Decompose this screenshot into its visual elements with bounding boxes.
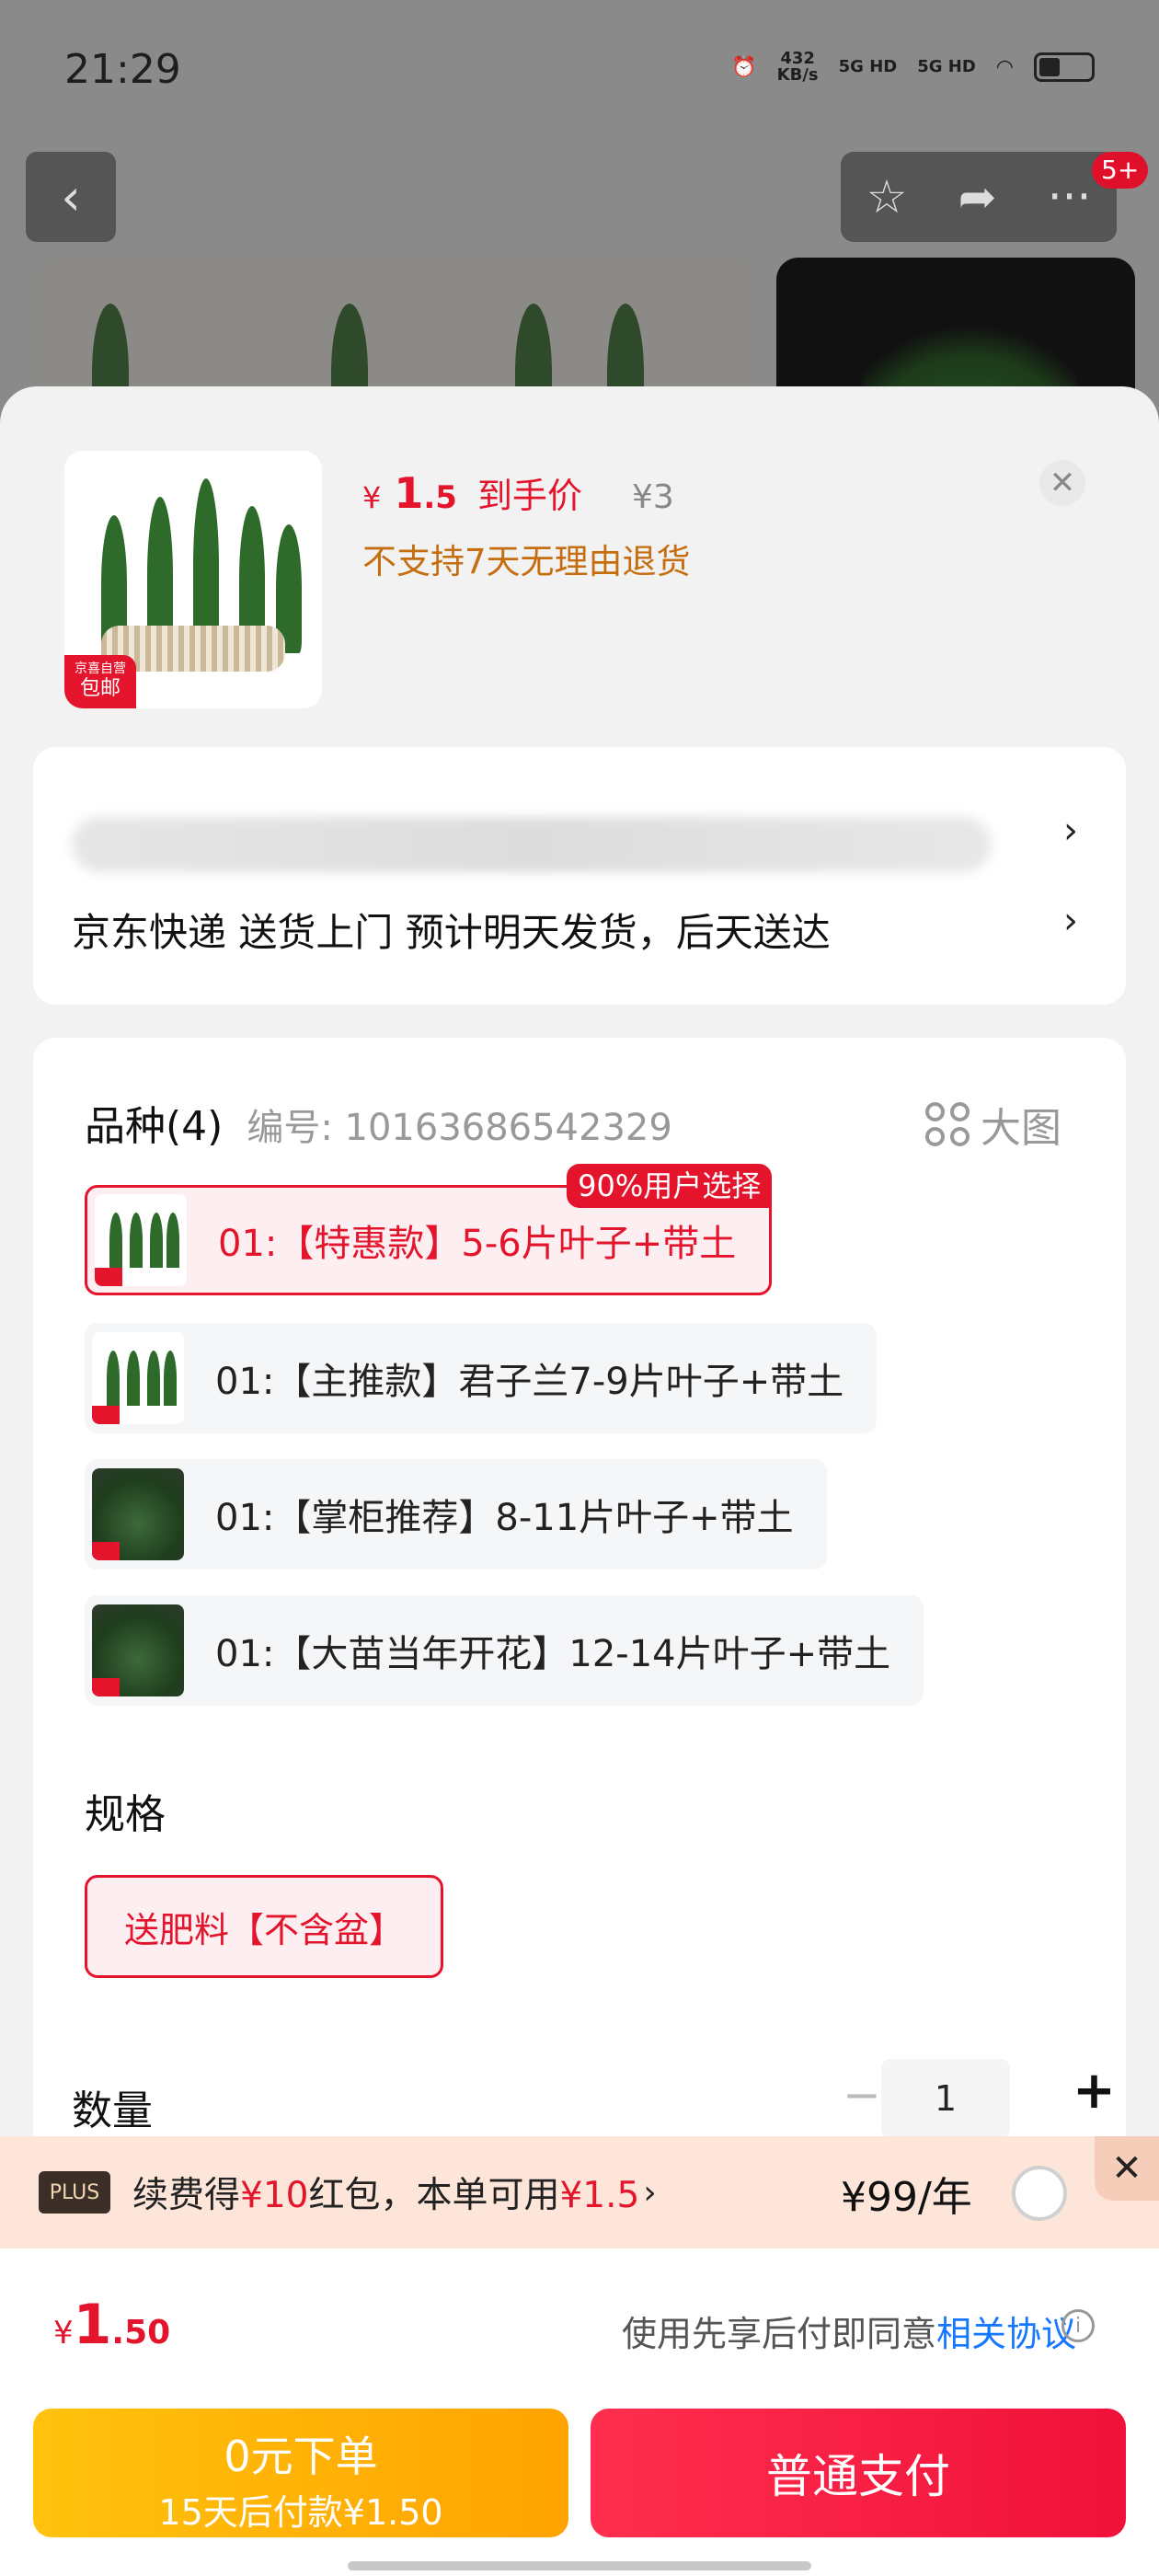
- price-integer: 1: [394, 468, 424, 518]
- close-button[interactable]: ✕: [1039, 460, 1085, 506]
- agreement-link[interactable]: 相关协议: [936, 2314, 1076, 2354]
- big-view-button[interactable]: 大图: [925, 1095, 1061, 1154]
- pay-later-button[interactable]: 0元下单 15天后付款¥1.50: [33, 2409, 568, 2537]
- product-code: 编号: 10163686542329: [247, 1107, 672, 1149]
- status-bar: 21:29 ⏰ 432 KB/s 5G HD 5G HD ◠: [0, 0, 1159, 138]
- option-thumbnail: [92, 1468, 184, 1560]
- pay-later-subtitle: 15天后付款¥1.50: [158, 2492, 443, 2533]
- info-icon[interactable]: i: [1061, 2309, 1095, 2342]
- quantity-decrease-button[interactable]: −: [843, 2068, 881, 2122]
- wifi-icon: ◠: [995, 55, 1014, 79]
- quantity-input[interactable]: 1: [881, 2059, 1010, 2138]
- close-icon: ✕: [1049, 465, 1076, 501]
- variety-header: 品种(4) 编号: 10163686542329: [85, 1093, 672, 1152]
- spec-title: 规格: [85, 1791, 166, 1838]
- plus-logo: PLUS: [39, 2171, 110, 2214]
- option-label: 01:【大苗当年开花】12-14片叶子+带土: [215, 1633, 891, 1675]
- price-symbol: ¥: [362, 480, 382, 515]
- price-label: 到手价: [476, 476, 582, 516]
- close-icon: ✕: [1111, 2147, 1142, 2190]
- variety-option-4[interactable]: 01:【大苗当年开花】12-14片叶子+带土: [85, 1595, 924, 1706]
- option-thumbnail: [92, 1604, 184, 1696]
- option-label: 01:【特惠款】5-6片叶子+带土: [218, 1223, 737, 1265]
- plus-price: ¥99/年: [841, 2174, 972, 2221]
- home-indicator: [348, 2561, 811, 2570]
- plus-promo-text: 续费得¥10红包，本单可用¥1.5: [132, 2175, 640, 2216]
- agreement-text: 使用先享后付即同意相关协议: [621, 2314, 1076, 2354]
- price-line: ¥ 1 .5 到手价 ¥3: [362, 467, 674, 518]
- product-thumbnail[interactable]: 京喜自营 包邮: [64, 451, 322, 708]
- big-view-label: 大图: [981, 1105, 1061, 1152]
- delivery-card[interactable]: › 京东快递 送货上门 预计明天发货，后天送达 ›: [33, 747, 1126, 1005]
- original-price: ¥3: [631, 478, 674, 516]
- more-icon[interactable]: ···: [1048, 170, 1092, 224]
- favorite-star-icon[interactable]: ☆: [866, 170, 908, 224]
- grid-icon: [925, 1102, 970, 1146]
- signal-sim2: 5G HD: [917, 57, 976, 76]
- plus-promo-bar[interactable]: PLUS 续费得¥10红包，本单可用¥1.5 › ¥99/年 ✕: [0, 2136, 1159, 2248]
- net-speed: 432 KB/s: [776, 49, 819, 85]
- address-line-blurred: [72, 817, 992, 872]
- product-tag: 京喜自营 包邮: [64, 655, 136, 708]
- option-label: 01:【主推款】君子兰7-9片叶子+带土: [215, 1361, 844, 1403]
- chevron-left-icon: ‹: [61, 167, 81, 226]
- variety-title: 品种(4): [85, 1103, 224, 1150]
- return-policy: 不支持7天无理由退货: [362, 542, 691, 581]
- variety-option-2[interactable]: 01:【主推款】君子兰7-9片叶子+带土: [85, 1323, 878, 1433]
- variety-option-3[interactable]: 01:【掌柜推荐】8-11片叶子+带土: [85, 1459, 827, 1570]
- plus-radio[interactable]: [1012, 2166, 1067, 2221]
- quantity-increase-button[interactable]: +: [1073, 2061, 1116, 2121]
- option-thumbnail: [92, 1332, 184, 1424]
- variety-option-1[interactable]: 01:【特惠款】5-6片叶子+带土 90%用户选择: [85, 1164, 773, 1295]
- price-decimal: .5: [423, 479, 457, 516]
- shipping-info: 京东快递 送货上门 预计明天发货，后天送达: [72, 910, 831, 955]
- option-label: 01:【掌柜推荐】8-11片叶子+带土: [215, 1497, 794, 1539]
- chevron-right-icon: ›: [643, 2173, 657, 2212]
- message-badge: 5+: [1092, 152, 1149, 189]
- spec-option[interactable]: 送肥料【不含盆】: [85, 1875, 443, 1978]
- back-button[interactable]: ‹: [26, 152, 116, 242]
- normal-pay-button[interactable]: 普通支付: [591, 2409, 1126, 2537]
- total-price: ¥1.50: [53, 2293, 171, 2357]
- option-thumbnail: [95, 1194, 187, 1286]
- chevron-right-icon: ›: [1063, 900, 1078, 942]
- battery-icon: [1034, 52, 1095, 82]
- chevron-right-icon: ›: [1063, 810, 1078, 852]
- alarm-icon: ⏰: [731, 55, 757, 79]
- top-action-group: ☆ ➦ ···: [841, 152, 1117, 242]
- background-page: 21:29 ⏰ 432 KB/s 5G HD 5G HD ◠ ‹ ☆ ➦ ···…: [0, 0, 1159, 442]
- pay-later-title: 0元下单: [224, 2432, 378, 2481]
- checkout-bar: ¥1.50 使用先享后付即同意相关协议 i 0元下单 15天后付款¥1.50 普…: [0, 2248, 1159, 2576]
- popular-badge: 90%用户选择: [567, 1164, 773, 1208]
- signal-sim1: 5G HD: [838, 57, 898, 76]
- share-icon[interactable]: ➦: [958, 170, 997, 224]
- quantity-title: 数量: [72, 2087, 153, 2134]
- status-time: 21:29: [64, 46, 181, 93]
- plus-close-button[interactable]: ✕: [1095, 2136, 1159, 2201]
- status-icons: ⏰ 432 KB/s 5G HD 5G HD ◠: [731, 51, 1095, 84]
